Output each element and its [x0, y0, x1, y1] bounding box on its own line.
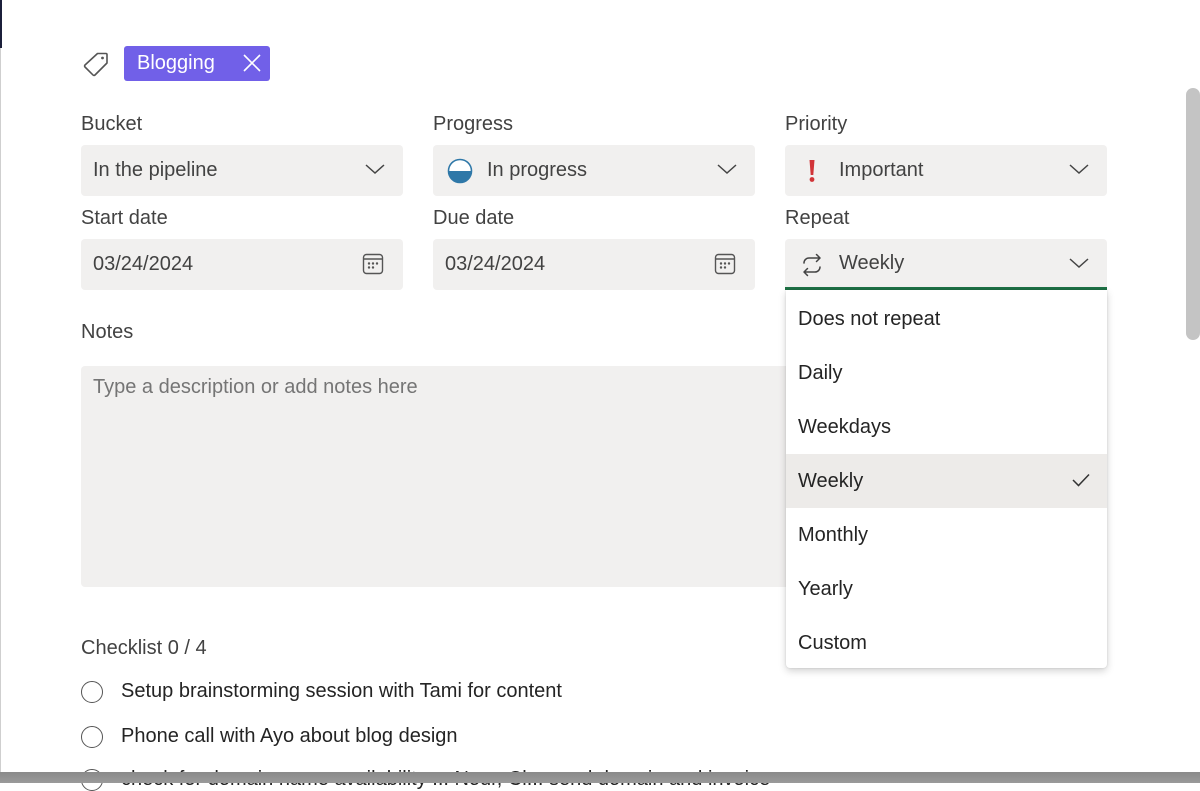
chevron-down-icon — [365, 164, 385, 175]
half-circle-progress-icon — [447, 158, 473, 184]
notes-label: Notes — [81, 321, 134, 343]
chevron-down-icon — [1069, 258, 1089, 269]
priority-value: Important — [839, 159, 924, 181]
menu-item-label: Weekdays — [798, 415, 892, 438]
repeat-dropdown[interactable]: Weekly — [785, 239, 1107, 290]
start-date-field[interactable]: 03/24/2024 — [81, 239, 403, 290]
start-date-label: Start date — [81, 207, 168, 229]
progress-value: In progress — [487, 159, 588, 181]
priority-dropdown[interactable]: Important — [785, 145, 1107, 196]
checklist-checkbox[interactable] — [81, 725, 103, 748]
window-edge — [0, 0, 2, 48]
calendar-icon[interactable] — [713, 252, 737, 276]
checklist-item-text[interactable]: Setup brainstorming session with Tami fo… — [121, 680, 562, 703]
bucket-value: In the pipeline — [93, 159, 218, 181]
due-date-label: Due date — [433, 207, 515, 229]
window-edge-lower — [0, 48, 1, 783]
label-chip-blogging[interactable]: Blogging — [124, 46, 270, 81]
repeat-option-monthly[interactable]: Monthly — [786, 508, 1107, 562]
tag-icon[interactable] — [82, 50, 110, 78]
repeat-options-menu: Does not repeat Daily Weekdays Weekly Mo… — [786, 290, 1107, 668]
menu-item-label: Monthly — [798, 523, 869, 546]
bucket-dropdown[interactable]: In the pipeline — [81, 145, 403, 196]
checklist-checkbox[interactable] — [81, 680, 103, 703]
menu-item-label: Daily — [798, 361, 843, 384]
checklist-title: Checklist 0 / 4 — [81, 637, 207, 659]
due-date-field[interactable]: 03/24/2024 — [433, 239, 755, 290]
menu-item-label: Yearly — [798, 577, 853, 600]
due-date-value: 03/24/2024 — [445, 253, 546, 275]
label-chip-text: Blogging — [137, 52, 215, 74]
menu-item-label: Custom — [798, 631, 867, 654]
repeat-icon — [803, 253, 821, 277]
taskbar-overlap — [0, 772, 1200, 783]
repeat-option-yearly[interactable]: Yearly — [786, 562, 1107, 616]
scrollbar-thumb[interactable] — [1186, 88, 1200, 340]
checkmark-icon — [1072, 473, 1090, 487]
chevron-down-icon — [717, 164, 737, 175]
repeat-option-weekly[interactable]: Weekly — [786, 454, 1107, 508]
chevron-down-icon — [1069, 164, 1089, 175]
notes-textarea[interactable] — [81, 366, 801, 587]
repeat-value: Weekly — [839, 251, 905, 274]
menu-item-label: Does not repeat — [798, 307, 941, 330]
progress-label: Progress — [433, 113, 514, 135]
checklist-item: Phone call with Ayo about blog design — [81, 725, 458, 748]
checklist-item-text[interactable]: Phone call with Ayo about blog design — [121, 725, 458, 748]
close-icon[interactable] — [242, 53, 262, 73]
priority-label: Priority — [785, 113, 848, 135]
start-date-value: 03/24/2024 — [93, 253, 194, 275]
calendar-icon[interactable] — [361, 252, 385, 276]
repeat-option-daily[interactable]: Daily — [786, 346, 1107, 400]
menu-item-label: Weekly — [798, 469, 864, 492]
bucket-label: Bucket — [81, 113, 143, 135]
repeat-option-does-not-repeat[interactable]: Does not repeat — [786, 292, 1107, 346]
exclamation-icon — [809, 160, 815, 182]
repeat-option-custom[interactable]: Custom — [786, 616, 1107, 670]
progress-dropdown[interactable]: In progress — [433, 145, 755, 196]
repeat-option-weekdays[interactable]: Weekdays — [786, 400, 1107, 454]
repeat-label: Repeat — [785, 207, 850, 229]
checklist-item: Setup brainstorming session with Tami fo… — [81, 680, 562, 703]
